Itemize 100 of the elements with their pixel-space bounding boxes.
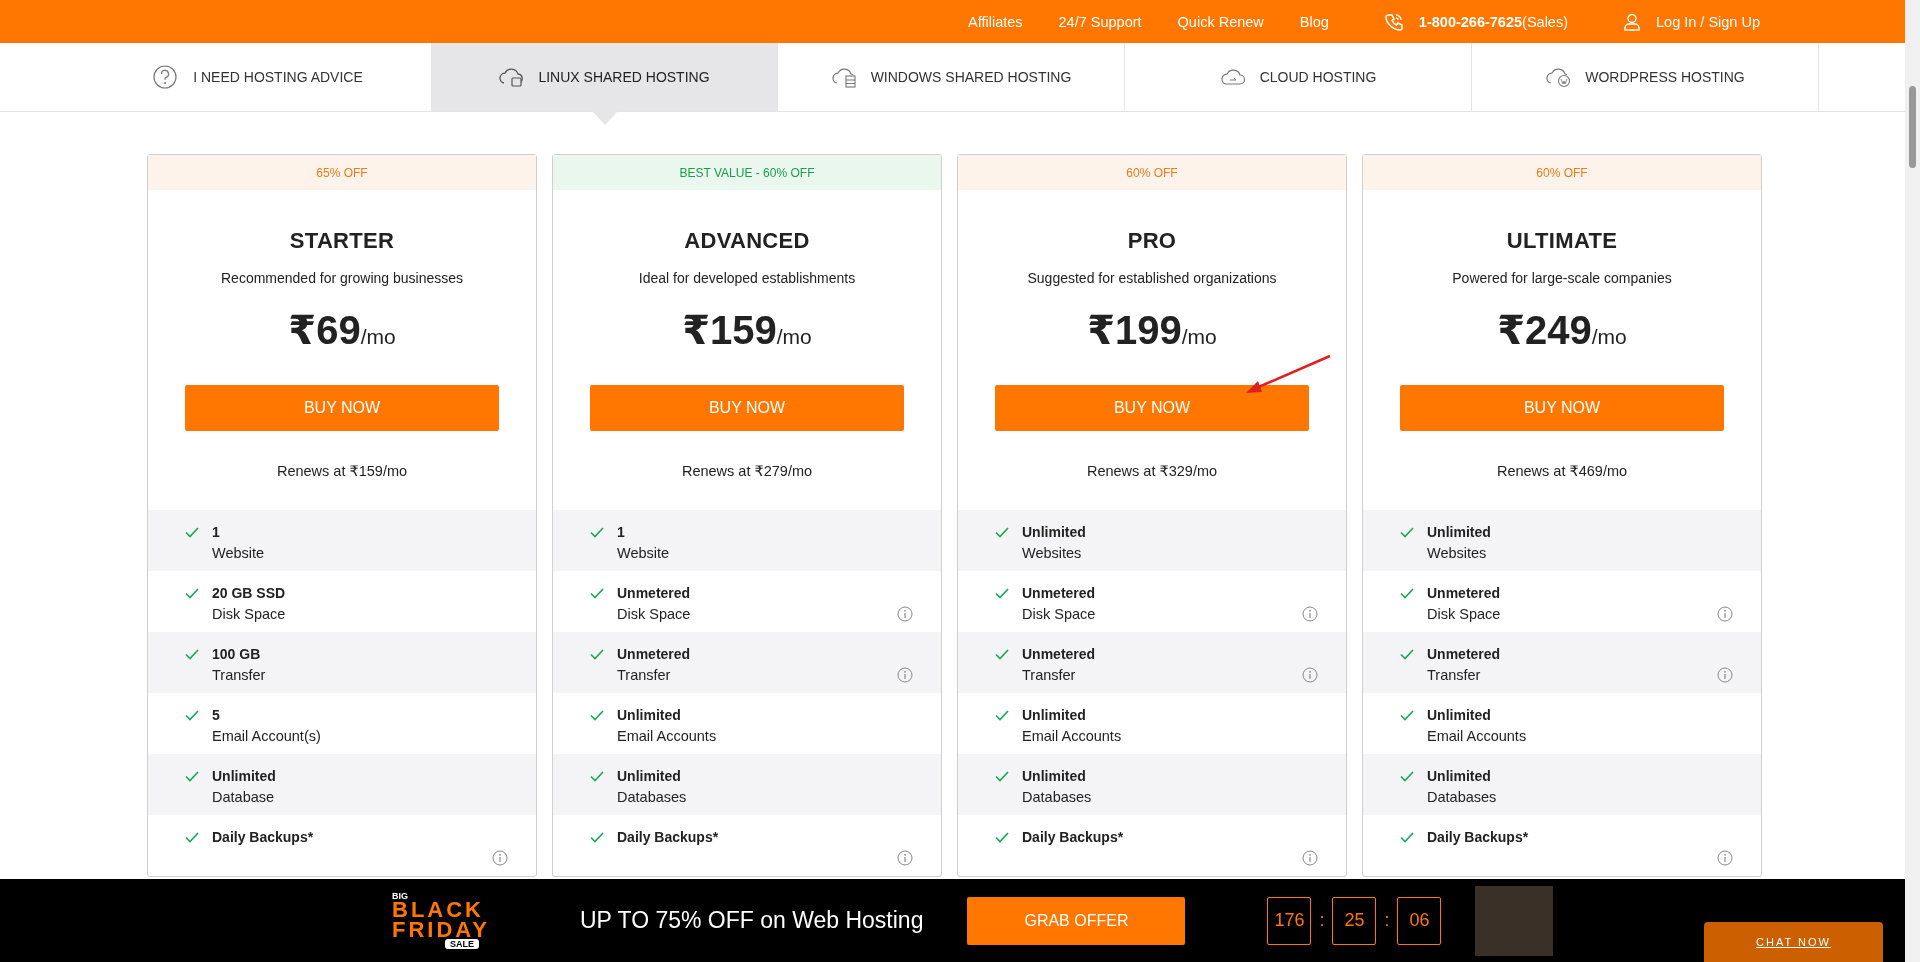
- renewal-price: Renews at ₹329/mo: [1086, 463, 1218, 479]
- check-icon: [1400, 771, 1414, 782]
- feature-value: Unlimited: [1427, 768, 1492, 784]
- info-icon[interactable]: [1717, 606, 1733, 622]
- feature-value: Unmetered: [617, 646, 692, 662]
- feature-label: Email Account(s): [212, 728, 322, 744]
- feature-label: Websites: [1427, 545, 1488, 561]
- feature-value: Unmetered: [617, 585, 692, 601]
- feature-label: Website: [212, 545, 266, 561]
- nav-link[interactable]: Quick Renew: [1177, 13, 1264, 30]
- info-icon[interactable]: [897, 606, 913, 622]
- nav-link[interactable]: Blog: [1299, 13, 1329, 30]
- plan-description: Powered for large-scale companies: [1452, 270, 1672, 286]
- feature-value: Unlimited: [1022, 524, 1087, 540]
- countdown-separator: :: [1384, 910, 1390, 931]
- user-icon: [1624, 12, 1640, 31]
- feature-value: Unlimited: [1022, 707, 1087, 723]
- buy-now-button[interactable]: BUY NOW: [995, 385, 1309, 431]
- feature-label: Disk Space: [212, 606, 287, 622]
- check-icon: [590, 710, 604, 721]
- plan-price: ₹249/mo: [1497, 310, 1627, 350]
- hosting-tab[interactable]: CLOUD HOSTING: [1125, 43, 1472, 111]
- feature-label: Email Accounts: [1022, 728, 1123, 744]
- countdown-separator: :: [1319, 910, 1325, 931]
- feature-value: 1: [617, 524, 626, 540]
- feature-label: Website: [617, 545, 671, 561]
- check-icon: [185, 710, 199, 721]
- phone-icon: [1384, 12, 1403, 31]
- feature-value: Unlimited: [1427, 707, 1492, 723]
- info-icon[interactable]: [1717, 667, 1733, 683]
- buy-now-button[interactable]: BUY NOW: [1400, 385, 1724, 431]
- check-icon: [185, 527, 199, 538]
- feature-value: 100 GB: [212, 646, 262, 662]
- plan-name: ULTIMATE: [1506, 228, 1618, 254]
- feature-value: Unlimited: [617, 707, 682, 723]
- plan-description: Recommended for growing businesses: [221, 270, 463, 286]
- login-link[interactable]: Log In / Sign Up: [1656, 13, 1760, 30]
- feature-value: Unmetered: [1427, 646, 1502, 662]
- cloud-lock-icon: [498, 65, 525, 89]
- feature-label: Disk Space: [617, 606, 692, 622]
- feature-value: Daily Backups*: [617, 829, 720, 845]
- hosting-tab[interactable]: LINUX SHARED HOSTING: [431, 43, 778, 111]
- info-icon[interactable]: [897, 667, 913, 683]
- feature-value: Daily Backups*: [212, 829, 315, 845]
- hosting-tab[interactable]: WINDOWS SHARED HOSTING: [778, 43, 1125, 111]
- promo-headline: UP TO 75% OFF on Web Hosting: [580, 907, 924, 934]
- grab-offer-button[interactable]: GRAB OFFER: [967, 896, 1186, 945]
- feature-value: 20 GB SSD: [212, 585, 287, 601]
- buy-now-button[interactable]: BUY NOW: [590, 385, 904, 431]
- scrollbar[interactable]: [1905, 0, 1920, 962]
- feature-value: Unmetered: [1022, 585, 1097, 601]
- hosting-tab[interactable]: WORDPRESS HOSTING: [1472, 43, 1819, 111]
- plan-name: PRO: [1127, 228, 1177, 254]
- feature-label: Websites: [1022, 545, 1083, 561]
- check-icon: [995, 588, 1009, 599]
- chat-now-button[interactable]: CHAT NOW: [1704, 922, 1883, 962]
- countdown-box: 25: [1332, 896, 1377, 945]
- check-icon: [995, 527, 1009, 538]
- check-icon: [995, 710, 1009, 721]
- discount-banner: 60% OFF: [958, 155, 1346, 190]
- feature-value: Unlimited: [617, 768, 682, 784]
- check-icon: [1400, 710, 1414, 721]
- renewal-price: Renews at ₹159/mo: [276, 463, 408, 479]
- check-icon: [590, 588, 604, 599]
- check-icon: [995, 649, 1009, 660]
- info-icon[interactable]: [1302, 667, 1318, 683]
- plan-name: ADVANCED: [684, 228, 810, 254]
- discount-banner: 65% OFF: [148, 155, 536, 190]
- plan-price: ₹69/mo: [288, 310, 396, 350]
- check-icon: [1400, 588, 1414, 599]
- feature-label: Disk Space: [1427, 606, 1502, 622]
- check-icon: [590, 832, 604, 843]
- plan-description: Ideal for developed establishments: [638, 270, 856, 286]
- feature-value: Unlimited: [212, 768, 277, 784]
- plan-price: ₹199/mo: [1087, 310, 1217, 350]
- info-icon[interactable]: [897, 850, 913, 866]
- info-icon[interactable]: [492, 850, 508, 866]
- renewal-price: Renews at ₹469/mo: [1496, 463, 1628, 479]
- nav-link[interactable]: Affiliates: [968, 13, 1023, 30]
- plan-name: STARTER: [289, 228, 395, 254]
- countdown-box: 176: [1267, 896, 1312, 945]
- hosting-tab[interactable]: I NEED HOSTING ADVICE: [85, 43, 431, 111]
- check-icon: [590, 649, 604, 660]
- buy-now-button[interactable]: BUY NOW: [185, 385, 499, 431]
- info-icon[interactable]: [1302, 606, 1318, 622]
- check-icon: [1400, 527, 1414, 538]
- feature-label: Transfer: [1022, 667, 1077, 683]
- phone-link[interactable]: 1-800-266-7625(Sales): [1418, 13, 1568, 30]
- nav-link[interactable]: 24/7 Support: [1058, 13, 1142, 30]
- feature-label: Database: [212, 789, 276, 805]
- info-icon[interactable]: [1302, 850, 1318, 866]
- check-icon: [590, 527, 604, 538]
- discount-banner: BEST VALUE - 60% OFF: [553, 155, 941, 190]
- feature-label: Transfer: [212, 667, 267, 683]
- feature-label: Transfer: [1427, 667, 1482, 683]
- info-icon[interactable]: [1717, 850, 1733, 866]
- check-icon: [995, 832, 1009, 843]
- feature-label: Transfer: [617, 667, 672, 683]
- check-icon: [1400, 832, 1414, 843]
- feature-value: Unmetered: [1022, 646, 1097, 662]
